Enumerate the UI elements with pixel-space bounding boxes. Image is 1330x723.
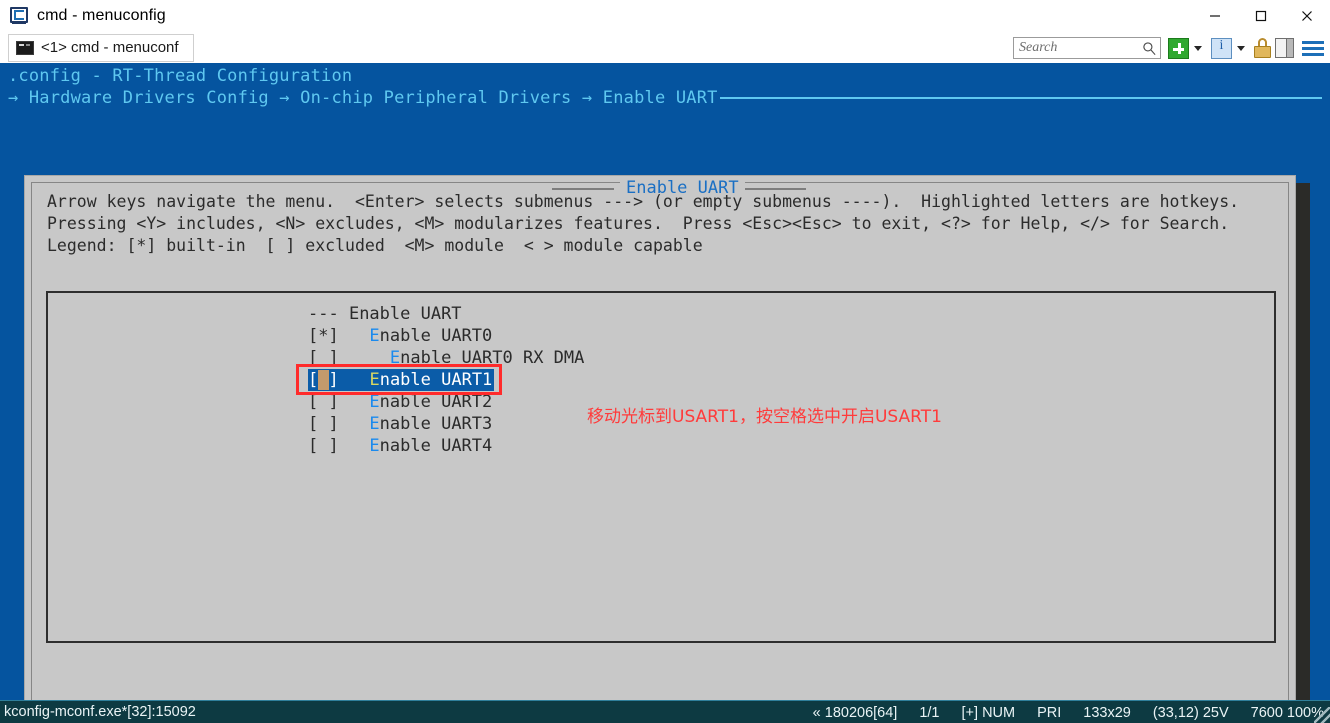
info-group: i	[1211, 37, 1251, 59]
terminal-screen: .config - RT-Thread Configuration → Hard…	[0, 63, 1330, 700]
config-title: .config - RT-Thread Configuration	[8, 66, 353, 86]
status-process: kconfig-mconf.exe*[32]:15092	[4, 704, 196, 720]
menu-item[interactable]: --- Enable UART	[308, 303, 584, 325]
hotkey-letter: E	[369, 370, 380, 390]
status-bar: kconfig-mconf.exe*[32]:15092 « 180206[64…	[0, 700, 1330, 723]
status-item: 7600 100%	[1250, 704, 1324, 721]
maximize-button[interactable]	[1238, 0, 1284, 32]
close-button[interactable]	[1284, 0, 1330, 32]
menu-item-label: nable UART2	[379, 392, 493, 412]
menu-item[interactable]: [ ] Enable UART0 RX DMA	[308, 347, 584, 369]
status-item: « 180206[64]	[812, 704, 898, 721]
help-line: Arrow keys navigate the menu. <Enter> se…	[47, 192, 1240, 211]
menu-item-label: nable UART1	[379, 370, 493, 390]
status-items: « 180206[64] 1/1 [+] NUM PRI 133x29 (33,12) 2…	[813, 701, 1324, 723]
green-plus-icon[interactable]	[1168, 37, 1189, 59]
hotkey-letter: E	[369, 392, 380, 412]
status-item: PRI	[1037, 704, 1062, 721]
menu-item-selected[interactable]: [ ] Enable UART1	[308, 369, 495, 391]
annotation-text: 移动光标到USART1，按空格选中开启USART1	[587, 407, 942, 427]
cursor-block	[318, 370, 329, 390]
status-item: (33,12) 25V	[1152, 704, 1229, 721]
padlock-icon[interactable]	[1254, 38, 1271, 58]
console-icon	[16, 40, 34, 55]
search-placeholder: Search	[1019, 40, 1058, 55]
info-blue-icon[interactable]: i	[1211, 37, 1232, 59]
menu-item[interactable]: [ ] Enable UART3	[308, 413, 584, 435]
menu-item-label: nable UART4	[379, 436, 493, 456]
status-item: 1/1	[919, 704, 940, 721]
tab-cmd-menuconf[interactable]: <1> cmd - menuconf	[8, 33, 194, 62]
hotkey-letter: E	[369, 436, 380, 456]
resize-grip[interactable]	[1314, 707, 1330, 723]
toolbar: Search i	[1013, 36, 1326, 60]
chevron-down-icon-new[interactable]	[1194, 45, 1202, 51]
menu-item-label: Enable UART	[348, 304, 462, 324]
new-tab-group	[1168, 37, 1208, 59]
menu-item[interactable]: [*] Enable UART0	[308, 325, 584, 347]
window-title: cmd - menuconfig	[37, 7, 166, 24]
help-line: Pressing <Y> includes, <N> excludes, <M>…	[47, 214, 1230, 233]
status-item: [+] NUM	[961, 704, 1016, 721]
magnifier-icon[interactable]	[1142, 41, 1157, 56]
dialog-title-rule-right	[744, 188, 806, 190]
search-input[interactable]: Search	[1013, 37, 1161, 59]
chevron-down-icon-info[interactable]	[1237, 45, 1245, 51]
minimize-button[interactable]	[1192, 0, 1238, 32]
application-window: cmd - menuconfig <1> cmd - menuconf Sear…	[0, 0, 1330, 723]
help-line: Legend: [*] built-in [ ] excluded <M> mo…	[47, 236, 703, 255]
breadcrumb: → Hardware Drivers Config → On-chip Peri…	[8, 88, 718, 108]
menu-item-label: nable UART3	[379, 414, 493, 434]
menu-item-label: nable UART0	[379, 326, 493, 346]
hamburger-menu-icon[interactable]	[1302, 39, 1324, 57]
split-panel-icon[interactable]	[1275, 38, 1294, 58]
status-item: 133x29	[1083, 704, 1131, 721]
dialog-title-rule-left	[552, 188, 614, 190]
hotkey-letter: E	[369, 326, 380, 346]
menu-item-list: --- Enable UART [*] Enable UART0[ ] Enabl…	[308, 303, 584, 457]
tab-label: <1> cmd - menuconf	[41, 39, 179, 56]
window-controls	[1192, 0, 1330, 32]
menu-item[interactable]: [ ] Enable UART4	[308, 435, 584, 457]
help-text: Arrow keys navigate the menu. <Enter> se…	[47, 191, 1239, 257]
menu-item[interactable]: [ ] Enable UART2	[308, 391, 584, 413]
console-window-icon	[10, 7, 28, 25]
hotkey-letter: E	[389, 348, 401, 368]
menu-item-label: nable UART0 RX DMA	[400, 348, 585, 368]
menu-listbox[interactable]: --- Enable UART [*] Enable UART0[ ] Enabl…	[46, 291, 1276, 643]
breadcrumb-rule	[720, 97, 1322, 99]
hotkey-letter: E	[369, 414, 380, 434]
window-titlebar: cmd - menuconfig	[0, 0, 1330, 32]
